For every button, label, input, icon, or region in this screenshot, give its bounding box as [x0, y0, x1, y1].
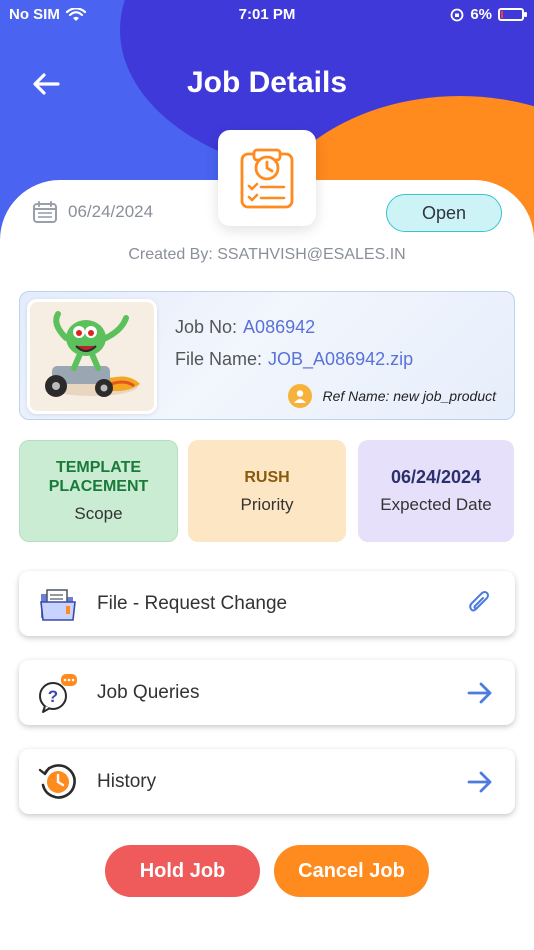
status-bar: No SIM 7:01 PM 6%	[0, 0, 534, 30]
file-name-link[interactable]: JOB_A086942.zip	[268, 349, 413, 369]
ref-name-row: Ref Name: new job_product	[288, 384, 496, 408]
job-date-row: 06/24/2024	[32, 200, 153, 224]
job-icon-card	[218, 130, 316, 226]
paperclip-icon[interactable]	[465, 589, 495, 619]
app-header: Job Details	[0, 60, 534, 110]
job-thumbnail[interactable]	[27, 299, 157, 414]
cancel-job-button[interactable]: Cancel Job	[274, 845, 429, 897]
svg-text:?: ?	[48, 687, 58, 706]
user-avatar-icon	[288, 384, 313, 408]
scope-label: Scope	[74, 504, 123, 523]
status-badge: Open	[386, 194, 502, 232]
expected-date-value: 06/24/2024	[390, 466, 482, 487]
history-row[interactable]: History	[19, 749, 515, 814]
battery-icon	[498, 8, 527, 21]
file-request-change-label: File - Request Change	[97, 592, 288, 614]
ref-name: Ref Name: new job_product	[322, 388, 496, 404]
scope-value: TEMPLATE PLACEMENT	[48, 459, 149, 495]
orientation-lock-icon	[450, 8, 464, 21]
job-date: 06/24/2024	[68, 202, 154, 221]
job-number-row: Job No: A086942	[175, 317, 315, 338]
cartoon-artwork-image	[30, 302, 154, 411]
job-number: A086942	[243, 317, 316, 337]
folder-icon	[37, 583, 79, 625]
created-by: Created By: SSATHVISH@ESALES.IN	[128, 246, 406, 263]
priority-label: Priority	[240, 494, 294, 514]
history-icon	[37, 761, 79, 803]
file-name-row: File Name: JOB_A086942.zip	[175, 349, 413, 370]
expected-date-tile: 06/24/2024 Expected Date	[358, 440, 514, 542]
job-queries-row[interactable]: ? Job Queries	[19, 660, 515, 725]
battery-percent: 6%	[470, 6, 492, 23]
status-right: 6%	[450, 6, 527, 23]
scope-tile: TEMPLATE PLACEMENT Scope	[19, 440, 178, 542]
job-info-card: Job No: A086942 File Name: JOB_A086942.zip…	[19, 291, 515, 420]
hold-job-button[interactable]: Hold Job	[105, 845, 260, 897]
arrow-right-icon[interactable]	[465, 678, 495, 708]
job-number-label: Job No:	[175, 317, 238, 337]
priority-tile: RUSH Priority	[188, 440, 346, 542]
history-label: History	[97, 770, 157, 792]
job-queries-label: Job Queries	[97, 681, 200, 703]
file-name-label: File Name:	[175, 349, 263, 369]
expected-date-label: Expected Date	[380, 494, 492, 514]
question-chat-icon: ?	[37, 672, 79, 714]
file-request-change-row[interactable]: File - Request Change	[19, 571, 515, 636]
page-title: Job Details	[186, 66, 348, 99]
priority-value: RUSH	[244, 468, 290, 486]
calendar-icon	[33, 201, 57, 223]
arrow-right-icon[interactable]	[465, 767, 495, 797]
clipboard-clock-icon	[240, 148, 294, 209]
